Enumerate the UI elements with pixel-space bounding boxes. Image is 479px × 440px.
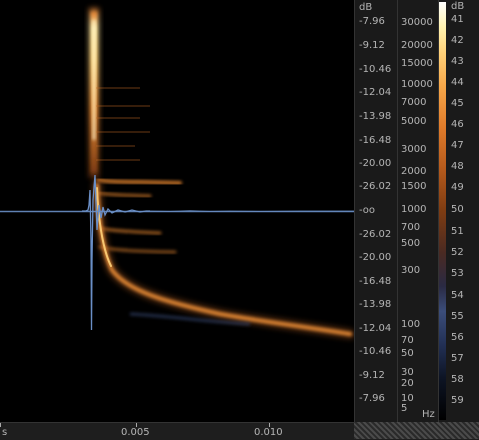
db-scale-unit: dB [359, 2, 373, 13]
colorbar-label: 57 [451, 353, 464, 364]
colorbar-label: 50 [451, 204, 464, 215]
db-scale-label: -26.02 [359, 181, 392, 192]
db-scale-label: -16.48 [359, 135, 392, 146]
colorbar-label: 42 [451, 35, 464, 46]
hz-scale-label: 30 [401, 367, 414, 378]
colorbar-label: 43 [451, 56, 464, 67]
hz-scale-label: 2000 [401, 166, 427, 177]
hz-scale-label: 1500 [401, 181, 427, 192]
hz-scale-label: 20 [401, 378, 414, 389]
colorbar-label: 53 [451, 268, 464, 279]
hz-scale-label: 15000 [401, 58, 433, 69]
resize-corner [354, 422, 479, 439]
colorbar-label: 55 [451, 311, 464, 322]
db-scale[interactable]: dB -7.96 -9.12 -10.46 -12.04 -13.98 -16.… [354, 0, 397, 422]
time-axis-label: 0.005 [121, 427, 150, 438]
hz-scale-label: 5000 [401, 116, 427, 127]
spectrogram-harmonics [96, 178, 182, 254]
hz-scale-label: 70 [401, 335, 414, 346]
hz-scale-label: 100 [401, 319, 421, 330]
time-axis[interactable]: s 0.005 0.010 [0, 422, 354, 440]
spectrogram-column [89, 8, 99, 178]
hz-scale-label: 5 [401, 403, 408, 414]
spectrogram-waveform-view[interactable] [0, 0, 354, 422]
db-scale-label: -12.04 [359, 323, 392, 334]
db-scale-label: -10.46 [359, 346, 392, 357]
colorbar [439, 2, 446, 420]
colorbar-unit: dB [451, 1, 465, 12]
colorbar-label: 59 [451, 395, 464, 406]
db-scale-label: -26.02 [359, 229, 392, 240]
spectrogram-streaks [96, 87, 150, 161]
db-scale-label: -12.04 [359, 87, 392, 98]
spectrogram-canvas [0, 8, 354, 339]
time-axis-label: 0.010 [254, 427, 283, 438]
time-axis-unit: s [2, 427, 8, 438]
colorbar-label: 48 [451, 161, 464, 172]
hz-scale-label: 20000 [401, 40, 433, 51]
time-tick [0, 423, 1, 427]
hz-scale-label: 50 [401, 348, 414, 359]
colorbar-label: 45 [451, 98, 464, 109]
db-scale-label: -20.00 [359, 158, 392, 169]
db-scale-label: -oo [359, 205, 376, 216]
hz-scale-label: 300 [401, 265, 421, 276]
colorbar-label: 41 [451, 14, 464, 25]
colorbar-label: 46 [451, 119, 464, 130]
hz-scale-label: 3000 [401, 144, 427, 155]
spectrogram-decay-curve [92, 180, 354, 339]
frequency-scale[interactable]: 30000 20000 15000 10000 7000 5000 3000 2… [397, 0, 438, 422]
db-scale-label: -9.12 [359, 370, 385, 381]
db-scale-label: -7.96 [359, 393, 385, 404]
db-scale-label: -7.96 [359, 16, 385, 27]
db-scale-label: -9.12 [359, 40, 385, 51]
colorbar-label: 52 [451, 247, 464, 258]
colorbar-label: 47 [451, 140, 464, 151]
hz-scale-label: 700 [401, 222, 421, 233]
hz-scale-label: 10000 [401, 79, 433, 90]
colorbar-label: 49 [451, 182, 464, 193]
colorbar-label: 54 [451, 290, 464, 301]
db-scale-label: -20.00 [359, 252, 392, 263]
db-scale-label: -10.46 [359, 64, 392, 75]
db-scale-label: -13.98 [359, 299, 392, 310]
db-scale-label: -13.98 [359, 111, 392, 122]
colorbar-label: 51 [451, 226, 464, 237]
hz-scale-label: 30000 [401, 17, 433, 28]
hz-scale-label: 7000 [401, 97, 427, 108]
db-scale-label: -16.48 [359, 276, 392, 287]
hz-scale-label: 1000 [401, 204, 427, 215]
colorbar-label: 58 [451, 374, 464, 385]
colorbar-label: 56 [451, 332, 464, 343]
hz-scale-label: 500 [401, 238, 421, 249]
colorbar-label: 44 [451, 77, 464, 88]
hz-scale-unit: Hz [422, 409, 435, 420]
